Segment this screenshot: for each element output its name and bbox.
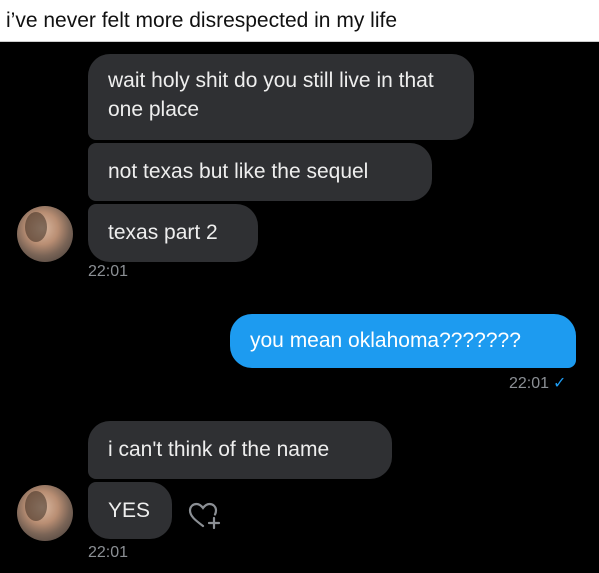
outgoing-message[interactable]: you mean oklahoma??????? — [230, 314, 576, 368]
sender-avatar[interactable] — [17, 206, 73, 262]
sender-avatar[interactable] — [17, 485, 73, 541]
dm-conversation: wait holy shit do you still live in that… — [0, 42, 599, 573]
incoming-message[interactable]: not texas but like the sequel — [88, 143, 432, 201]
message-timestamp: 22:01 — [88, 544, 129, 561]
incoming-message[interactable]: YES — [88, 482, 172, 539]
message-timestamp-read: 22:01 ✓ — [509, 373, 566, 393]
incoming-message[interactable]: texas part 2 — [88, 204, 258, 262]
heart-plus-icon[interactable] — [187, 501, 223, 531]
incoming-message[interactable]: i can't think of the name — [88, 421, 392, 479]
timestamp-text: 22:01 — [509, 375, 550, 392]
incoming-message[interactable]: wait holy shit do you still live in that… — [88, 54, 474, 140]
message-timestamp: 22:01 — [88, 263, 129, 280]
post-caption: i’ve never felt more disrespected in my … — [0, 0, 599, 42]
read-check-icon: ✓ — [553, 375, 567, 392]
